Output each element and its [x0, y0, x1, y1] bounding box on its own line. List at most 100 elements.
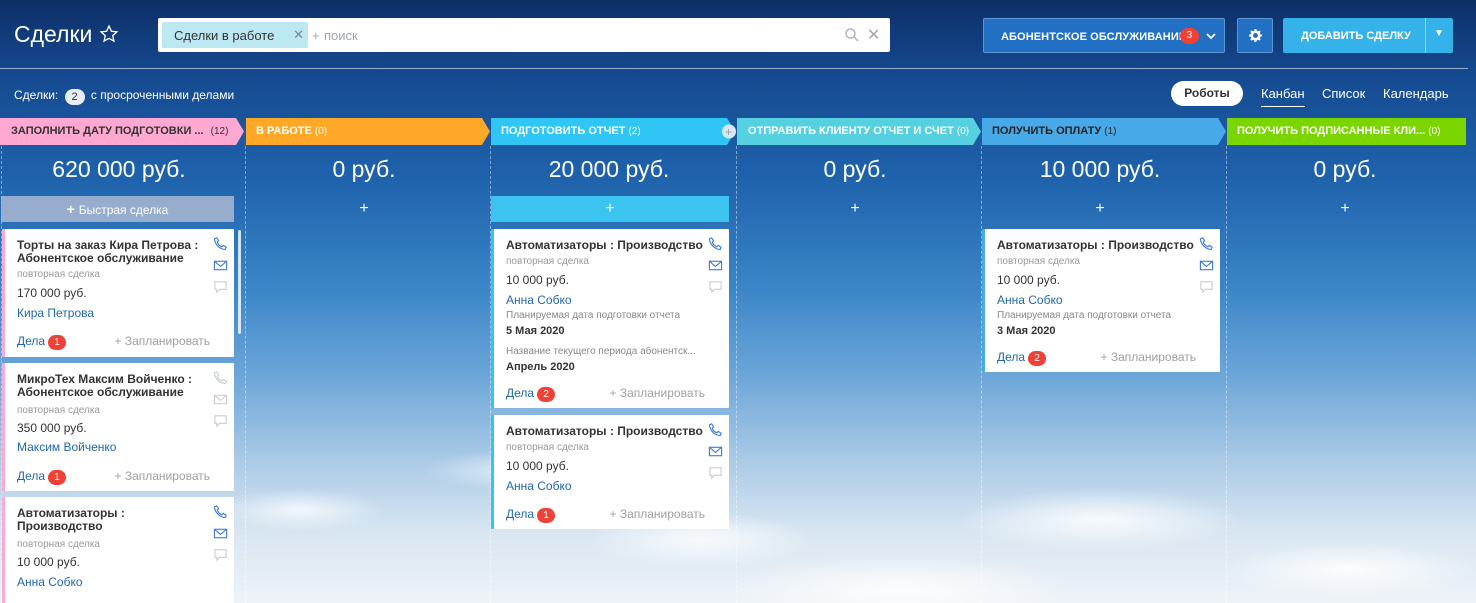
- stage-header[interactable]: В РАБОТЕ (0): [246, 118, 490, 145]
- deal-price: 170 000 руб.: [17, 286, 87, 300]
- stage-header[interactable]: ПОЛУЧИТЬ ПОДПИСАННЫЕ КЛИ... (0): [1227, 118, 1466, 145]
- stage-sum: 620 000 руб.: [52, 156, 186, 182]
- stage-header[interactable]: ЗАПОЛНИТЬ ДАТУ ПОДГОТОВКИ ... (12): [1, 118, 235, 145]
- stage-column-4: ОТПРАВИТЬ КЛИЕНТУ ОТЧЕТ И СЧЕТ (0) 0 руб…: [737, 118, 973, 603]
- mail-icon[interactable]: [708, 444, 723, 459]
- filter-chip[interactable]: Сделки в работе ✕: [162, 22, 308, 48]
- mail-icon[interactable]: [213, 526, 228, 541]
- quick-add-button[interactable]: +: [737, 196, 973, 222]
- stage-sum: 0 руб.: [1313, 156, 1377, 182]
- deal-card[interactable]: МикроТех Максим Войченко : Абонентское о…: [2, 363, 234, 491]
- stage-name: ОТПРАВИТЬ КЛИЕНТУ ОТЧЕТ И СЧЕТ: [748, 125, 954, 137]
- deal-title[interactable]: Автоматизаторы : Производство: [506, 425, 706, 438]
- deal-activities[interactable]: Дела 2: [506, 386, 556, 402]
- stage-header[interactable]: ПОДГОТОВИТЬ ОТЧЕТ (2): [491, 118, 735, 145]
- field-value: Апрель 2020: [506, 361, 575, 373]
- phone-icon[interactable]: [708, 422, 723, 437]
- search-clear-icon[interactable]: ✕: [867, 25, 880, 45]
- deal-card[interactable]: Торты на заказ Кира Петрова : Абонентско…: [2, 229, 234, 357]
- chip-close-icon[interactable]: ✕: [293, 27, 304, 43]
- column-scrollbar[interactable]: [238, 230, 241, 334]
- phone-icon[interactable]: [1199, 236, 1214, 251]
- activities-badge: 1: [48, 335, 67, 350]
- quick-add-button[interactable]: +: [491, 196, 729, 222]
- mail-icon[interactable]: [213, 258, 228, 273]
- deal-title[interactable]: Автоматизаторы : Производство: [506, 239, 706, 252]
- schedule-link[interactable]: + Запланировать: [609, 507, 705, 521]
- phone-icon[interactable]: [708, 236, 723, 251]
- deal-title[interactable]: Торты на заказ Кира Петрова : Абонентско…: [17, 239, 205, 265]
- schedule-link[interactable]: + Запланировать: [114, 334, 210, 348]
- phone-icon[interactable]: [213, 504, 228, 519]
- category-label: АБОНЕНТСКОЕ ОБСЛУЖИВАНИЕ: [1001, 31, 1187, 43]
- settings-button[interactable]: [1237, 18, 1273, 53]
- mail-icon[interactable]: [708, 258, 723, 273]
- field-label: Планируемая дата подготовки отчета: [506, 310, 681, 321]
- deal-contact[interactable]: Анна Собко: [997, 293, 1063, 307]
- robots-button[interactable]: Роботы: [1171, 81, 1243, 106]
- tab-calendar[interactable]: Календарь: [1383, 86, 1449, 101]
- deal-activities[interactable]: Дела 1: [17, 334, 67, 350]
- deal-title[interactable]: Автоматизаторы : Производство: [997, 239, 1197, 252]
- chat-icon[interactable]: [1199, 279, 1214, 294]
- deal-activities[interactable]: Дела 2: [997, 350, 1047, 366]
- deal-card[interactable]: Автоматизаторы : Производство повторная …: [491, 415, 729, 529]
- activities-badge: 2: [1028, 351, 1047, 366]
- search-input[interactable]: [324, 26, 824, 44]
- stage-count: (0): [314, 126, 328, 137]
- chat-icon[interactable]: [708, 279, 723, 294]
- deals-count-badge[interactable]: 2: [64, 89, 85, 105]
- deals-label: Сделки:: [14, 88, 59, 102]
- deal-type: повторная сделка: [17, 269, 100, 280]
- mail-icon[interactable]: [1199, 258, 1214, 273]
- add-deal-dropdown-icon[interactable]: ▼: [1434, 28, 1444, 39]
- star-icon[interactable]: [99, 24, 119, 44]
- tab-kanban[interactable]: Канбан: [1261, 86, 1305, 107]
- schedule-link[interactable]: + Запланировать: [114, 469, 210, 483]
- deal-activities[interactable]: Дела 1: [17, 469, 67, 485]
- quick-deal-button[interactable]: + Быстрая сделка: [1, 196, 234, 222]
- field-value: 3 Мая 2020: [997, 325, 1056, 337]
- quick-add-button[interactable]: +: [982, 196, 1218, 222]
- quick-add-button[interactable]: +: [1227, 196, 1463, 222]
- deal-activities[interactable]: Дела 1: [506, 507, 556, 523]
- deal-title[interactable]: Автоматизаторы : Производство: [17, 507, 147, 533]
- activities-label: Дела: [506, 507, 535, 521]
- schedule-link[interactable]: + Запланировать: [1100, 350, 1196, 364]
- stage-name: В РАБОТЕ: [256, 125, 312, 137]
- chat-icon[interactable]: [213, 279, 228, 294]
- chat-icon[interactable]: [213, 547, 228, 562]
- search-icon[interactable]: [844, 27, 860, 43]
- mail-icon[interactable]: [213, 392, 228, 407]
- deal-card[interactable]: Автоматизаторы : Производство повторная …: [2, 497, 234, 603]
- search-box[interactable]: Сделки в работе ✕ + ✕: [158, 18, 890, 52]
- deal-contact[interactable]: Анна Собко: [17, 575, 83, 589]
- phone-icon[interactable]: [213, 370, 228, 385]
- add-deal-button[interactable]: ДОБАВИТЬ СДЕЛКУ ▼: [1283, 18, 1453, 53]
- deal-contact[interactable]: Максим Войченко: [17, 440, 116, 454]
- deal-title[interactable]: МикроТех Максим Войченко : Абонентское о…: [17, 373, 205, 399]
- phone-icon[interactable]: [213, 236, 228, 251]
- deal-card[interactable]: Автоматизаторы : Производство повторная …: [982, 229, 1220, 372]
- stage-sum: 0 руб.: [823, 156, 887, 182]
- category-selector-button[interactable]: АБОНЕНТСКОЕ ОБСЛУЖИВАНИЕ 3: [983, 18, 1225, 53]
- quick-add-button[interactable]: +: [246, 196, 482, 222]
- deal-contact[interactable]: Кира Петрова: [17, 306, 94, 320]
- chat-icon[interactable]: [708, 465, 723, 480]
- deal-contact[interactable]: Анна Собко: [506, 293, 572, 307]
- tab-list[interactable]: Список: [1322, 86, 1365, 101]
- field-label: Название текущего периода абонентск...: [506, 346, 696, 357]
- stage-header[interactable]: ОТПРАВИТЬ КЛИЕНТУ ОТЧЕТ И СЧЕТ (0): [737, 118, 981, 145]
- stage-count: (12): [210, 126, 229, 137]
- stage-header[interactable]: ПОЛУЧИТЬ ОПЛАТУ (1): [982, 118, 1226, 145]
- deal-card[interactable]: Автоматизаторы : Производство повторная …: [491, 229, 729, 408]
- stage-column-2: В РАБОТЕ (0) 0 руб. +: [246, 118, 482, 603]
- schedule-link[interactable]: + Запланировать: [609, 386, 705, 400]
- overdue-deals-info: Сделки: 2 с просроченными делами: [14, 88, 234, 105]
- deal-contact[interactable]: Анна Собко: [506, 479, 572, 493]
- deal-type: повторная сделка: [997, 256, 1080, 267]
- stage-name: ПОЛУЧИТЬ ОПЛАТУ: [992, 125, 1102, 137]
- field-value: 5 Мая 2020: [506, 325, 565, 337]
- deal-type: повторная сделка: [506, 256, 589, 267]
- chat-icon[interactable]: [213, 413, 228, 428]
